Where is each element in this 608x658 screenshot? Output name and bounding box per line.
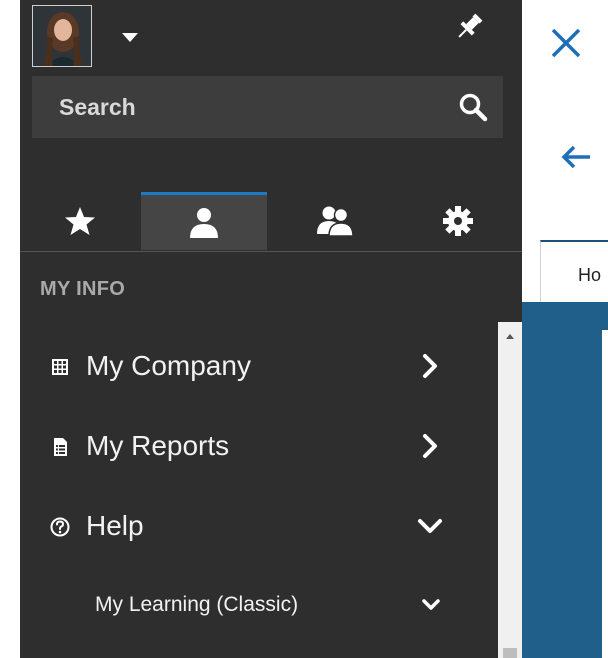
app-window: Search MY INFO My Company My Reports Hel…	[0, 0, 608, 658]
help-circle-icon	[50, 517, 70, 537]
search-box[interactable]: Search	[32, 76, 503, 138]
tab-home-label: Ho	[578, 265, 602, 285]
star-icon	[65, 207, 95, 235]
person-icon	[190, 207, 218, 238]
building-icon	[52, 359, 68, 375]
tab-my-info[interactable]	[141, 192, 267, 250]
menu-label-help: Help	[86, 510, 144, 541]
caret-down-icon	[122, 33, 138, 42]
search-icon[interactable]	[457, 91, 489, 123]
people-icon	[317, 206, 354, 237]
chevron-down-icon	[418, 519, 442, 533]
content-panel	[602, 330, 608, 658]
chevron-down-icon	[422, 599, 440, 610]
sidebar: Search MY INFO My Company My Reports Hel…	[20, 0, 522, 658]
menu-label-my-company: My Company	[86, 350, 251, 381]
sub-label-my-learning: My Learning (Classic)	[95, 593, 299, 616]
user-menu-caret[interactable]	[120, 30, 140, 44]
close-icon[interactable]	[548, 22, 584, 62]
gear-icon	[443, 206, 473, 236]
tab-home[interactable]: Ho	[540, 240, 608, 302]
menu-label-my-reports: My Reports	[86, 430, 230, 461]
menu-item-my-reports[interactable]: My Reports	[20, 418, 494, 474]
section-title: MY INFO	[40, 278, 126, 300]
sidebar-tabs	[20, 192, 522, 252]
pin-button[interactable]	[452, 10, 486, 44]
content-banner	[522, 302, 608, 658]
menu-item-help[interactable]: Help	[20, 498, 494, 554]
pin-icon	[458, 13, 483, 38]
menu-item-my-company[interactable]: My Company	[20, 338, 494, 394]
search-label: Search	[59, 93, 136, 120]
arrow-left-icon[interactable]	[558, 142, 594, 172]
chevron-right-icon	[423, 354, 437, 378]
tab-favorites[interactable]	[20, 192, 140, 250]
sidebar-scrollbar[interactable]	[498, 322, 522, 658]
scroll-up-arrow-icon[interactable]	[498, 328, 522, 344]
user-avatar[interactable]	[32, 5, 92, 67]
sub-item-my-learning[interactable]: My Learning (Classic)	[20, 582, 494, 628]
avatar-image	[33, 6, 91, 66]
scroll-thumb[interactable]	[503, 648, 517, 658]
report-icon	[54, 438, 67, 456]
tabs-divider	[20, 251, 522, 252]
tab-team[interactable]	[275, 192, 395, 250]
chevron-right-icon	[423, 434, 437, 458]
tab-settings[interactable]	[398, 192, 518, 250]
